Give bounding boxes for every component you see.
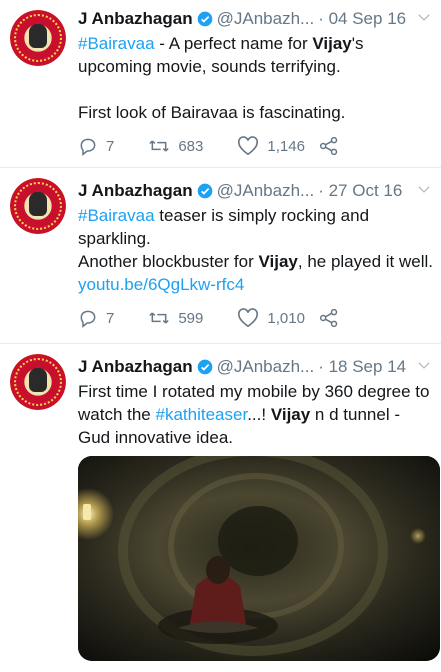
like-count: 1,146 xyxy=(267,137,305,155)
tweet-1[interactable]: J Anbazhagan @JAnbazh... · 04 Sep 16 #Ba… xyxy=(0,0,441,168)
retweet-count: 599 xyxy=(178,309,204,327)
author-handle[interactable]: @JAnbazh... xyxy=(217,357,315,377)
reply-button[interactable]: 7 xyxy=(78,136,114,156)
tweet-header: J Anbazhagan @JAnbazh... · 04 Sep 16 xyxy=(78,8,433,30)
url-link[interactable]: youtu.be/6QgLkw-rfc4 xyxy=(78,275,244,294)
tweet-text: #Bairavaa teaser is simply rocking and s… xyxy=(78,204,433,296)
verified-icon xyxy=(197,11,212,27)
tunnel-scene-image xyxy=(78,456,440,661)
retweet-icon xyxy=(149,312,170,324)
tweet-2[interactable]: J Anbazhagan @JAnbazh... · 27 Oct 16 #Ba… xyxy=(0,168,441,344)
text-segment: , he played it well. xyxy=(297,252,434,271)
tweet-date[interactable]: · 04 Sep 16 xyxy=(318,9,406,29)
like-count: 1,010 xyxy=(267,309,305,327)
bold-text: Vijay xyxy=(270,405,311,424)
bold-text: Vijay xyxy=(258,252,298,271)
action-bar: 7 599 1,010 xyxy=(78,308,381,328)
author-name[interactable]: J Anbazhagan xyxy=(78,9,193,29)
verified-icon xyxy=(197,359,212,375)
chevron-down-icon[interactable] xyxy=(417,10,431,24)
retweet-button[interactable]: 599 xyxy=(148,308,203,328)
share-button[interactable] xyxy=(319,136,347,156)
hashtag-link[interactable]: #Bairavaa xyxy=(78,206,155,225)
avatar-face xyxy=(29,24,47,48)
tweet-date[interactable]: · 27 Oct 16 xyxy=(318,181,402,201)
text-segment: Another blockbuster for xyxy=(78,252,259,271)
action-bar: 7 683 1,146 xyxy=(78,136,381,156)
author-handle[interactable]: @JAnbazh... xyxy=(217,9,315,29)
reply-button[interactable]: 7 xyxy=(78,308,114,328)
author-name[interactable]: J Anbazhagan xyxy=(78,181,193,201)
text-segment: ...! xyxy=(247,405,271,424)
text-line: First look of Bairavaa is fascinating. xyxy=(78,103,346,122)
reply-count: 7 xyxy=(106,137,115,155)
tweet-text: #Bairavaa - A perfect name for Vijay's u… xyxy=(78,32,433,124)
text-segment: - A perfect name for xyxy=(154,34,313,53)
avatar[interactable] xyxy=(10,354,66,410)
hashtag-link[interactable]: #kathiteaser xyxy=(156,405,248,424)
heart-icon xyxy=(238,136,259,156)
author-name[interactable]: J Anbazhagan xyxy=(78,357,193,377)
avatar-face xyxy=(29,368,47,392)
tweet-header: J Anbazhagan @JAnbazh... · 18 Sep 14 xyxy=(78,356,433,378)
chevron-down-icon[interactable] xyxy=(417,182,431,196)
hashtag-link[interactable]: #Bairavaa xyxy=(78,34,155,53)
reply-count: 7 xyxy=(106,309,115,327)
retweet-count: 683 xyxy=(178,137,204,155)
heart-icon xyxy=(238,308,259,328)
bold-text: Vijay xyxy=(312,34,352,53)
retweet-button[interactable]: 683 xyxy=(148,136,203,156)
verified-icon xyxy=(197,183,212,199)
retweet-icon xyxy=(149,140,170,152)
reply-icon xyxy=(80,310,96,328)
avatar[interactable] xyxy=(10,178,66,234)
tweet-media-image[interactable] xyxy=(78,456,440,661)
tweet-header: J Anbazhagan @JAnbazh... · 27 Oct 16 xyxy=(78,180,433,202)
share-button[interactable] xyxy=(319,308,347,328)
tweet-date[interactable]: · 18 Sep 14 xyxy=(318,357,406,377)
share-icon xyxy=(319,136,338,156)
like-button[interactable]: 1,146 xyxy=(237,136,305,156)
chevron-down-icon[interactable] xyxy=(417,358,431,372)
reply-icon xyxy=(80,138,96,156)
author-handle[interactable]: @JAnbazh... xyxy=(217,181,315,201)
like-button[interactable]: 1,010 xyxy=(237,308,305,328)
tweet-text: First time I rotated my mobile by 360 de… xyxy=(78,380,433,449)
avatar-face xyxy=(29,192,47,216)
share-icon xyxy=(319,308,338,328)
avatar[interactable] xyxy=(10,10,66,66)
